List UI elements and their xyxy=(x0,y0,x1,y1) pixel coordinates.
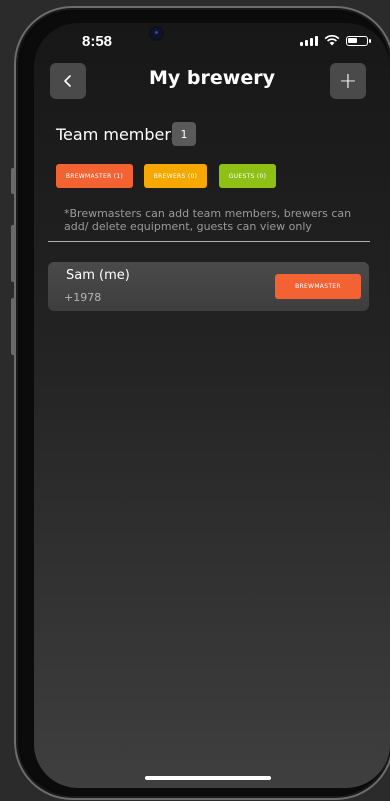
member-role-button[interactable]: BREWMASTER xyxy=(275,274,361,299)
wifi-icon xyxy=(324,35,340,46)
member-phone: +1978 xyxy=(64,291,102,304)
brewmaster-filter-chip[interactable]: BREWMASTER (1) xyxy=(56,164,133,188)
member-card[interactable]: Sam (me) +1978 BREWMASTER xyxy=(48,262,369,311)
status-time: 8:58 xyxy=(82,33,113,50)
brewers-filter-chip[interactable]: BREWERS (0) xyxy=(144,164,207,188)
team-count-badge: 1 xyxy=(172,122,196,146)
plus-icon: + xyxy=(338,68,358,94)
volume-up-button xyxy=(11,225,16,282)
home-indicator[interactable] xyxy=(145,776,271,780)
volume-down-button xyxy=(11,298,16,355)
app-screen: 8:58 My brewery + Team members 1 BREWMAS… xyxy=(34,23,390,788)
divider xyxy=(48,241,370,242)
battery-icon xyxy=(346,35,371,46)
mute-switch xyxy=(11,168,16,194)
signal-icon xyxy=(300,35,318,46)
add-member-button[interactable]: + xyxy=(330,63,366,99)
team-members-title: Team members xyxy=(56,125,180,144)
status-icons xyxy=(300,35,371,46)
permissions-note: *Brewmasters can add team members, brewe… xyxy=(64,207,352,233)
front-camera xyxy=(151,28,162,39)
guests-filter-chip[interactable]: GUESTS (0) xyxy=(219,164,276,188)
member-name: Sam (me) xyxy=(66,268,130,283)
